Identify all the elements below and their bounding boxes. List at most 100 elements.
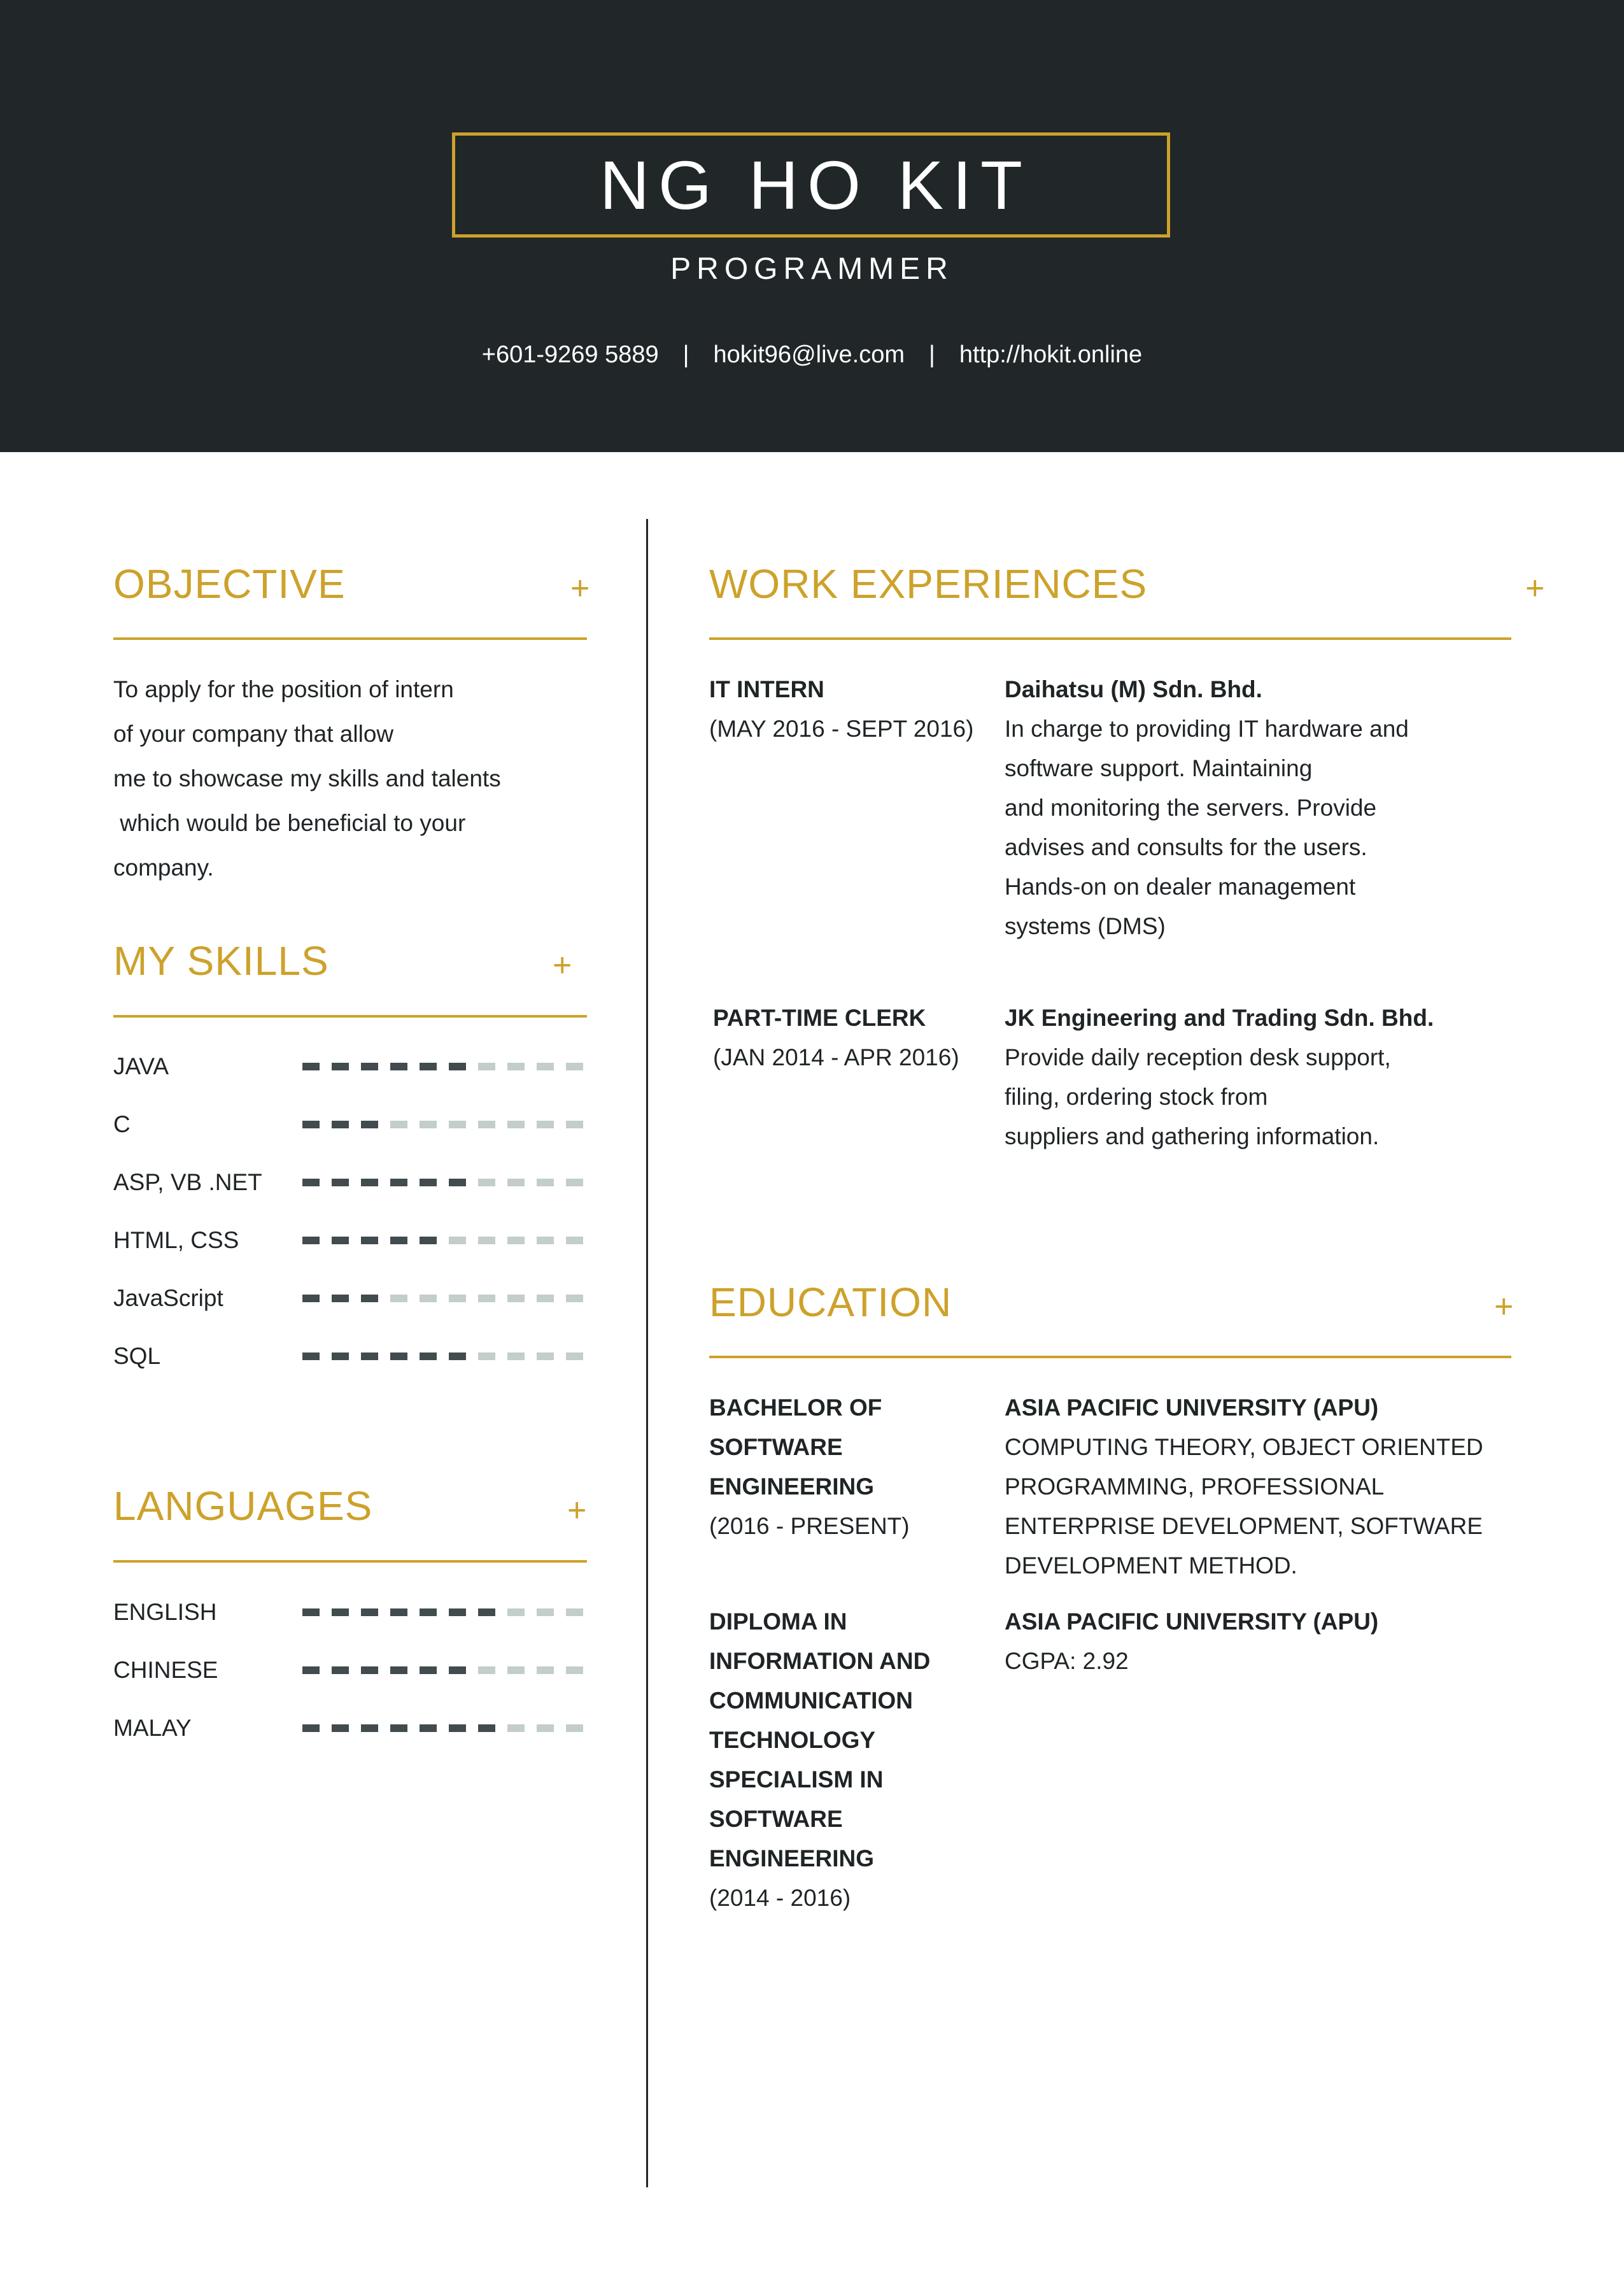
rating-dash-filled <box>449 1179 466 1186</box>
rating-dash-empty <box>566 1666 583 1674</box>
school-name: ASIA PACIFIC UNIVERSITY (APU) <box>1005 1608 1379 1635</box>
rating-dash-filled <box>390 1724 407 1732</box>
work-description-line: Hands-on on dealer management <box>1005 874 1356 900</box>
rating-dash-empty <box>566 1179 583 1186</box>
skill-rating <box>302 1352 595 1360</box>
rating-dash-empty <box>566 1063 583 1070</box>
rating-dash-filled <box>302 1063 320 1070</box>
degree-line: ENGINEERING <box>709 1473 875 1500</box>
name-frame: NG HO KIT <box>452 132 1170 238</box>
degree-line: SOFTWARE <box>709 1806 843 1832</box>
objective-text: To apply for the position of intern of y… <box>113 667 597 890</box>
rating-dash-filled <box>478 1724 495 1732</box>
rating-dash-empty <box>420 1295 437 1302</box>
languages-rule <box>113 1560 587 1563</box>
skill-row: C <box>113 1109 597 1140</box>
rating-dash-filled <box>390 1352 407 1360</box>
rating-dash-filled <box>449 1724 466 1732</box>
degree-line: TECHNOLOGY <box>709 1727 876 1753</box>
rating-dash-empty <box>537 1352 554 1360</box>
skill-row: JAVA <box>113 1051 597 1083</box>
rating-dash-filled <box>390 1237 407 1244</box>
rating-dash-filled <box>361 1063 378 1070</box>
skill-row: ASP, VB .NET <box>113 1167 597 1198</box>
education-detail-line: PROGRAMMING, PROFESSIONAL <box>1005 1473 1385 1500</box>
rating-dash-empty <box>478 1063 495 1070</box>
rating-dash-empty <box>507 1295 525 1302</box>
degree-line: SPECIALISM IN <box>709 1766 884 1793</box>
contact-separator: | <box>929 341 935 368</box>
degree-line: INFORMATION AND <box>709 1648 931 1674</box>
rating-dash-empty <box>537 1237 554 1244</box>
objective-plus-icon: + <box>570 570 590 607</box>
education-detail-line: COMPUTING THEORY, OBJECT ORIENTED <box>1005 1434 1483 1460</box>
rating-dash-empty <box>537 1608 554 1616</box>
rating-dash-empty <box>390 1121 407 1128</box>
rating-dash-empty <box>420 1121 437 1128</box>
work-entry-right: JK Engineering and Trading Sdn. Bhd. Pro… <box>1005 998 1514 1156</box>
website-link[interactable]: http://hokit.online <box>959 341 1142 369</box>
language-label: MALAY <box>113 1715 192 1741</box>
rating-dash-filled <box>361 1666 378 1674</box>
skill-label: HTML, CSS <box>113 1227 239 1253</box>
skill-label: JAVA <box>113 1053 169 1079</box>
objective-rule <box>113 637 587 640</box>
rating-dash-filled <box>390 1608 407 1616</box>
language-row: ENGLISH <box>113 1596 597 1628</box>
languages-plus-icon: + <box>567 1492 587 1529</box>
rating-dash-filled <box>332 1352 349 1360</box>
work-period: (JAN 2014 - APR 2016) <box>713 1044 959 1070</box>
rating-dash-filled <box>449 1063 466 1070</box>
language-row: MALAY <box>113 1712 597 1744</box>
rating-dash-empty <box>478 1237 495 1244</box>
language-rating <box>302 1666 595 1674</box>
work-description-line: Provide daily reception desk support, <box>1005 1044 1391 1070</box>
rating-dash-filled <box>332 1608 349 1616</box>
rating-dash-filled <box>332 1237 349 1244</box>
work-plus-icon: + <box>1525 570 1545 607</box>
rating-dash-filled <box>332 1063 349 1070</box>
rating-dash-empty <box>478 1666 495 1674</box>
rating-dash-filled <box>302 1237 320 1244</box>
education-entry-left: DIPLOMA IN INFORMATION AND COMMUNICATION… <box>709 1602 989 1918</box>
work-description-line: suppliers and gathering information. <box>1005 1123 1380 1149</box>
education-entry-left: BACHELOR OF SOFTWARE ENGINEERING (2016 -… <box>709 1388 989 1546</box>
rating-dash-filled <box>302 1179 320 1186</box>
rating-dash-empty <box>537 1724 554 1732</box>
rating-dash-empty <box>478 1121 495 1128</box>
education-entry-right: ASIA PACIFIC UNIVERSITY (APU) COMPUTING … <box>1005 1388 1527 1586</box>
rating-dash-filled <box>478 1608 495 1616</box>
rating-dash-empty <box>566 1237 583 1244</box>
rating-dash-filled <box>361 1352 378 1360</box>
rating-dash-filled <box>302 1724 320 1732</box>
email-address[interactable]: hokit96@live.com <box>714 341 905 369</box>
work-description-line: software support. Maintaining <box>1005 755 1313 781</box>
skill-rating <box>302 1179 595 1186</box>
rating-dash-empty <box>507 1237 525 1244</box>
degree-line: ENGINEERING <box>709 1845 875 1871</box>
rating-dash-empty <box>566 1724 583 1732</box>
rating-dash-filled <box>361 1237 378 1244</box>
rating-dash-filled <box>420 1237 437 1244</box>
education-rule <box>709 1356 1511 1358</box>
rating-dash-filled <box>420 1352 437 1360</box>
rating-dash-empty <box>478 1179 495 1186</box>
rating-dash-filled <box>390 1666 407 1674</box>
skills-plus-icon: + <box>553 947 572 984</box>
rating-dash-filled <box>302 1352 320 1360</box>
rating-dash-filled <box>449 1352 466 1360</box>
rating-dash-empty <box>478 1352 495 1360</box>
rating-dash-empty <box>507 1352 525 1360</box>
rating-dash-filled <box>361 1295 378 1302</box>
rating-dash-empty <box>478 1295 495 1302</box>
contact-separator: | <box>682 341 689 368</box>
header-banner: NG HO KIT PROGRAMMER +601-9269 5889 | ho… <box>0 0 1624 452</box>
education-heading: EDUCATION <box>709 1279 952 1325</box>
rating-dash-filled <box>302 1295 320 1302</box>
work-role: IT INTERN <box>709 676 824 702</box>
objective-line: me to showcase my skills and talents <box>113 765 501 792</box>
rating-dash-empty <box>566 1352 583 1360</box>
rating-dash-empty <box>449 1295 466 1302</box>
rating-dash-filled <box>332 1179 349 1186</box>
rating-dash-filled <box>390 1179 407 1186</box>
